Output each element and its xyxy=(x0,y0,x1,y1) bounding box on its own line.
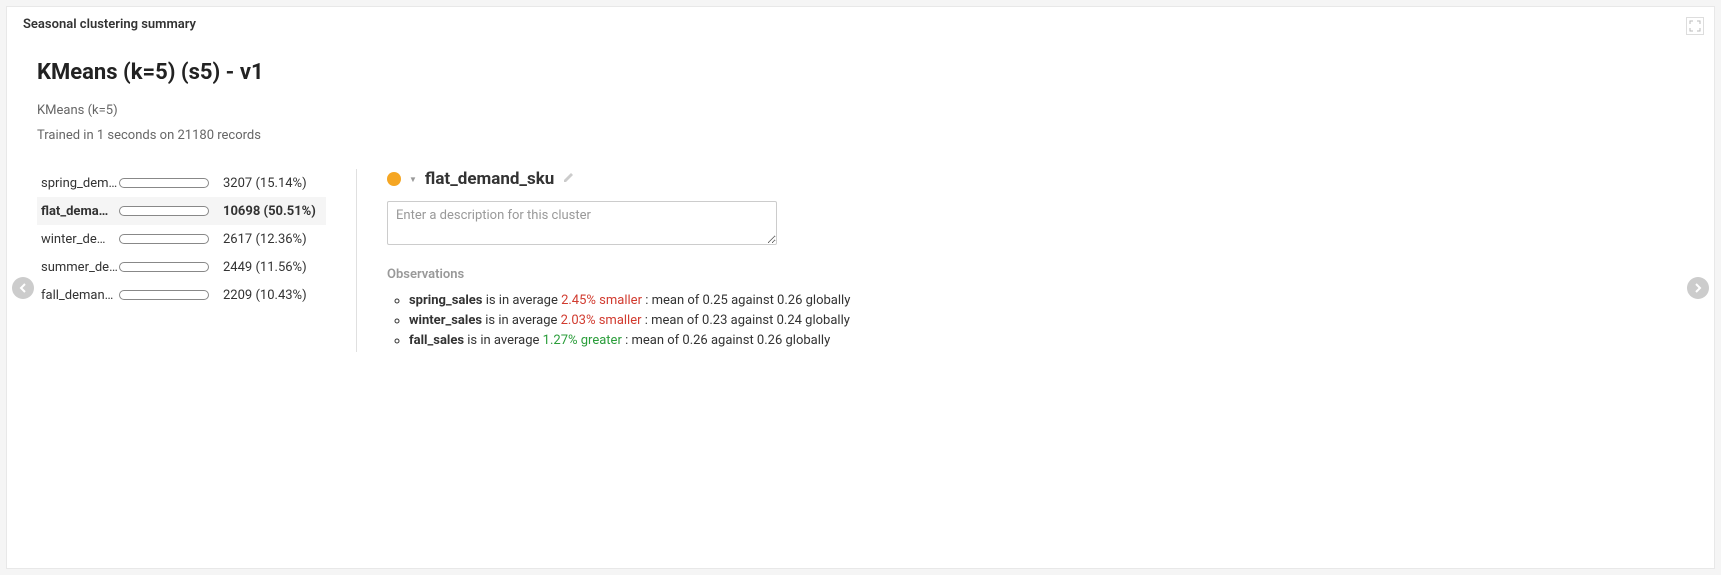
cluster-stats: 2449 (11.56%) xyxy=(223,260,307,275)
cluster-bar xyxy=(119,178,209,188)
observation-item: fall_sales is in average 1.27% greater :… xyxy=(409,332,907,351)
cluster-description-input[interactable] xyxy=(387,201,777,245)
cluster-bar xyxy=(119,206,209,216)
chevron-down-icon[interactable]: ▼ xyxy=(409,175,417,184)
cluster-row[interactable]: winter_de… 2617 (12.36%) xyxy=(37,225,326,253)
cluster-detail-title: flat_demand_sku xyxy=(425,169,554,189)
expand-icon[interactable] xyxy=(1686,17,1704,35)
panel-title: Seasonal clustering summary xyxy=(7,7,1714,42)
cluster-bar xyxy=(119,262,209,272)
prev-button[interactable] xyxy=(12,277,34,299)
cluster-stats: 3207 (15.14%) xyxy=(223,176,307,191)
model-subtitle: KMeans (k=5) xyxy=(37,103,1684,118)
observations-list: spring_sales is in average 2.45% smaller… xyxy=(387,292,907,351)
cluster-bar xyxy=(119,234,209,244)
cluster-name: flat_dema… xyxy=(41,204,119,219)
cluster-detail: ▼ flat_demand_sku Observations spring_sa… xyxy=(387,169,907,352)
cluster-stats: 2617 (12.36%) xyxy=(223,232,307,247)
training-info: Trained in 1 seconds on 21180 records xyxy=(37,128,1684,143)
pencil-icon[interactable] xyxy=(562,170,576,188)
summary-panel: Seasonal clustering summary KMeans (k=5)… xyxy=(6,6,1715,569)
cluster-stats: 2209 (10.43%) xyxy=(223,288,307,303)
cluster-name: spring_dem… xyxy=(41,176,119,191)
cluster-stats: 10698 (50.51%) xyxy=(223,204,316,219)
observations-heading: Observations xyxy=(387,267,907,282)
cluster-bar xyxy=(119,290,209,300)
cluster-row[interactable]: spring_dem… 3207 (15.14%) xyxy=(37,169,326,197)
cluster-name: fall_deman… xyxy=(41,288,119,303)
next-button[interactable] xyxy=(1687,277,1709,299)
cluster-color-dot xyxy=(387,172,401,186)
observation-item: winter_sales is in average 2.03% smaller… xyxy=(409,312,907,331)
cluster-row[interactable]: summer_de… 2449 (11.56%) xyxy=(37,253,326,281)
cluster-name: winter_de… xyxy=(41,232,119,247)
cluster-row[interactable]: flat_dema… 10698 (50.51%) xyxy=(37,197,326,225)
cluster-row[interactable]: fall_deman… 2209 (10.43%) xyxy=(37,281,326,309)
observation-item: spring_sales is in average 2.45% smaller… xyxy=(409,292,907,311)
cluster-list: spring_dem… 3207 (15.14%) flat_dema… 10698 … xyxy=(37,169,357,352)
model-title: KMeans (k=5) (s5) - v1 xyxy=(37,60,1684,85)
cluster-name: summer_de… xyxy=(41,260,119,275)
